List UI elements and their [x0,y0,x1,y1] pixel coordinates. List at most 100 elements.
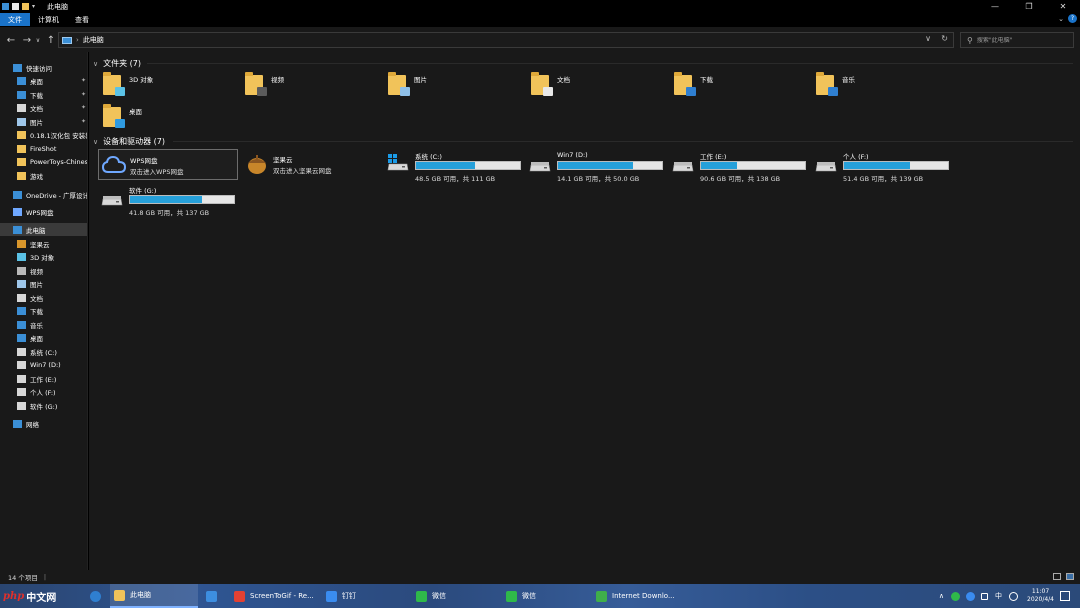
folder-name: 音乐 [842,76,855,84]
drive-icon [17,360,26,369]
taskbar-app-label: 微信 [432,592,446,600]
taskbar-app[interactable]: 微信 [412,584,500,608]
drive-tile[interactable]: 个人 (F:) 51.4 GB 可用，共 139 GB [815,151,955,185]
recent-locations-button[interactable]: ∨ [34,33,42,47]
sidebar-item[interactable]: 快速访问 [0,61,87,74]
address-history-dropdown-icon[interactable]: ∨ [925,34,931,43]
wps-cloud-icon [13,207,22,216]
drive-icon [101,193,123,207]
start-button[interactable] [86,584,108,608]
picture-icon [17,117,26,126]
tray-wechat-icon[interactable] [951,591,961,601]
sidebar-item-label: 系统 (C:) [30,348,57,357]
large-icons-view-icon[interactable] [1066,573,1074,580]
sidebar-item[interactable]: 游戏 [0,169,87,182]
folder-name: 视频 [271,76,284,84]
address-bar[interactable]: › 此电脑 ∨ ↻ [58,32,954,48]
3d-objects-folder-icon [103,72,125,96]
sidebar-item[interactable]: 此电脑 [0,223,87,236]
expand-ribbon-icon[interactable]: ⌄ [1058,15,1064,23]
folder-tile[interactable]: 图片 [388,72,528,102]
cloud-drive-tile[interactable]: WPS网盘 双击进入WPS网盘 [98,149,238,180]
tab-computer[interactable]: 计算机 [30,13,67,26]
properties-icon[interactable] [12,3,19,10]
sidebar-item[interactable]: 个人 (F:) [0,385,87,398]
sidebar-item[interactable]: 音乐 [0,318,87,331]
folder-badge [543,87,553,96]
sidebar-item[interactable]: PowerToys-Chines [0,155,87,168]
tray-settings-icon[interactable] [1009,591,1019,601]
cloud-drive-tile[interactable]: 坚果云 双击进入坚果云网盘 [242,149,382,180]
taskbar-app[interactable]: 钉钉 [322,584,410,608]
details-view-icon[interactable] [1053,573,1061,580]
customize-toolbar-icon[interactable]: ▾ [32,3,39,10]
pin-icon: ✦ [80,91,86,98]
sidebar-item[interactable]: 桌面 ✦ [0,74,87,87]
sidebar-item[interactable]: WPS网盘 [0,205,87,218]
tray-dingtalk-icon[interactable] [966,591,976,601]
sidebar-item[interactable]: 系统 (C:) [0,345,87,358]
help-icon[interactable]: ? [1068,14,1077,23]
sidebar-item[interactable]: 图片 ✦ [0,115,87,128]
notification-icon[interactable] [1060,591,1070,601]
sidebar-item[interactable]: 坚果云 [0,237,87,250]
taskbar-app[interactable]: Internet Downlo... [592,584,680,608]
sidebar-item[interactable]: 桌面 [0,331,87,344]
maximize-button[interactable]: ❐ [1012,0,1046,13]
sidebar-item[interactable]: 3D 对象 [0,250,87,263]
folder-badge [115,87,125,96]
refresh-icon[interactable]: ↻ [941,34,948,43]
folder-tile[interactable]: 音乐 [816,72,956,102]
new-folder-icon[interactable] [22,3,29,10]
up-button[interactable]: ↑ [44,33,58,47]
tab-file[interactable]: 文件 [0,13,30,26]
taskbar-app[interactable]: 此电脑 [110,584,198,608]
sidebar-item[interactable]: 0.18.1汉化包 安装教 [0,128,87,141]
drive-tile[interactable]: 软件 (G:) 41.8 GB 可用，共 137 GB [101,185,241,219]
sidebar-item[interactable]: 工作 (E:) [0,372,87,385]
search-icon: ⚲ [967,35,973,45]
folder-tile[interactable]: 下载 [674,72,814,102]
tray-volume-icon[interactable] [981,592,989,600]
sidebar-item[interactable]: FireShot [0,142,87,155]
folder-tile[interactable]: 3D 对象 [103,72,243,102]
idm-icon [596,590,607,602]
search-input[interactable] [976,36,1067,44]
taskbar-app[interactable] [202,584,228,608]
sidebar-item[interactable]: 文档 [0,291,87,304]
tab-view[interactable]: 查看 [67,13,97,26]
sidebar-item[interactable]: 视频 [0,264,87,277]
devices-group-header[interactable]: ∨ 设备和驱动器 (7) [93,136,165,147]
folders-group-header[interactable]: ∨ 文件夹 (7) [93,58,141,69]
sidebar-item[interactable]: 网络 [0,417,87,430]
sidebar-item[interactable]: 图片 [0,277,87,290]
sidebar-item[interactable]: 下载 [0,304,87,317]
breadcrumb-this-pc[interactable]: 此电脑 [83,35,104,45]
clock[interactable]: 11:07 2020/4/4 [1027,588,1054,604]
breadcrumb-separator-icon[interactable]: › [76,36,79,44]
sidebar-item[interactable]: 下载 ✦ [0,88,87,101]
folder-tile[interactable]: 视频 [245,72,385,102]
taskbar-app[interactable]: ScreenToGif - Re... [230,584,318,608]
drive-tile[interactable]: 系统 (C:) 48.5 GB 可用，共 111 GB [387,151,527,185]
back-button[interactable]: ← [4,33,18,47]
sidebar-item[interactable]: Win7 (D:) [0,358,87,371]
sidebar-item[interactable]: 文档 ✦ [0,101,87,114]
sidebar-item[interactable]: OneDrive - 广厚设计 [0,188,87,201]
sidebar-item[interactable]: 软件 (G:) [0,399,87,412]
chevron-up-icon[interactable]: ∧ [939,592,944,600]
sidebar-item-label: 坚果云 [30,240,50,249]
minimize-button[interactable]: — [978,0,1012,13]
forward-button[interactable]: → [20,33,34,47]
folder-tile[interactable]: 文档 [531,72,671,102]
folder-tile[interactable]: 桌面 [103,104,243,134]
search-box[interactable]: ⚲ [960,32,1074,48]
drive-tile[interactable]: 工作 (E:) 90.6 GB 可用，共 138 GB [672,151,812,185]
drive-icon [815,159,837,173]
ime-indicator[interactable]: 中 [995,591,1002,601]
taskbar-app[interactable]: 微信 [502,584,590,608]
drive-tile[interactable]: Win7 (D:) 14.1 GB 可用，共 50.0 GB [529,151,669,185]
cloud-drive-description: 双击进入坚果云网盘 [273,167,332,175]
sidebar-item-label: 游戏 [30,172,43,181]
close-button[interactable]: ✕ [1046,0,1080,13]
